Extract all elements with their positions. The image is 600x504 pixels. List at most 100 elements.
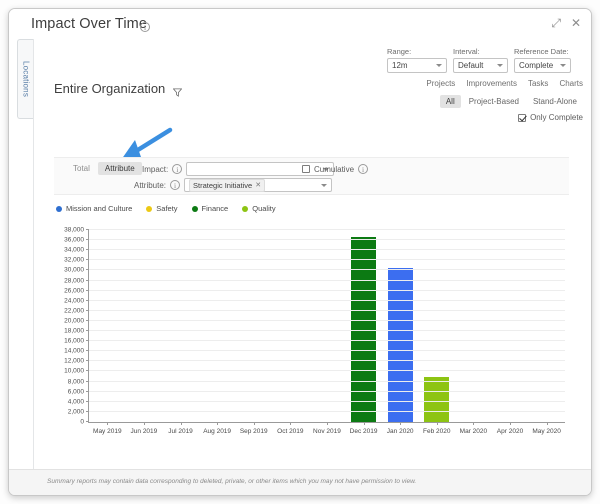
legend-item[interactable]: Finance: [191, 204, 228, 213]
y-axis-tick-mark: [86, 319, 89, 321]
chart-bar[interactable]: [424, 376, 450, 422]
x-axis-tick-mark: [143, 422, 145, 425]
page-title: Impact Over Time: [31, 16, 148, 32]
toggle-attribute[interactable]: Attribute: [97, 162, 142, 175]
info-icon[interactable]: i: [140, 22, 150, 32]
cumulative-checkbox[interactable]: Cumulative i: [302, 164, 369, 174]
x-axis-tick-label: Nov 2019: [313, 428, 341, 435]
y-axis-tick-label: 16,000: [64, 337, 84, 345]
y-axis-tick-label: 6,000: [67, 388, 84, 396]
legend-item[interactable]: Quality: [242, 204, 276, 213]
interval-select[interactable]: Default: [453, 58, 508, 73]
interval-control: Interval: Default: [453, 47, 508, 73]
y-axis-tick-label: 18,000: [64, 327, 84, 335]
chart-gridline: [89, 400, 565, 402]
chart-gridline: [89, 229, 565, 230]
segment-all[interactable]: All: [439, 95, 461, 108]
chart-gridline: [89, 239, 565, 241]
tab-projects[interactable]: Projects: [426, 79, 455, 88]
organization-title: Entire Organization: [54, 81, 166, 96]
tab-charts[interactable]: Charts: [559, 79, 583, 88]
y-axis-tick-label: 34,000: [64, 246, 84, 254]
y-axis-tick-mark: [86, 370, 89, 372]
chevron-down-icon: [560, 64, 566, 67]
sidebar-tab-locations[interactable]: Locations: [17, 39, 34, 119]
app-screen: Impact Over Time i ⤢ ✕ Locations Range: …: [0, 0, 600, 504]
legend-label: Quality: [252, 204, 276, 213]
y-axis-tick-label: 30,000: [64, 266, 84, 274]
only-complete-checkbox[interactable]: Only Complete: [518, 113, 583, 122]
sidebar-tab-label: Locations: [21, 60, 31, 98]
range-label: Range:: [387, 47, 412, 56]
impact-label: Impact:: [142, 164, 169, 174]
legend-color-dot: [146, 205, 153, 212]
x-axis-tick-label: May 2020: [532, 428, 561, 435]
y-axis-tick-label: 4,000: [67, 398, 84, 406]
info-icon[interactable]: i: [172, 164, 183, 174]
attribute-chip[interactable]: Strategic Initiative ✕: [189, 178, 266, 192]
interval-label: Interval:: [453, 47, 480, 56]
chart-gridline: [89, 319, 565, 321]
scope-segmented-control: All Project-Based Stand-Alone: [439, 95, 583, 108]
chart-gridline: [89, 249, 565, 251]
y-axis-tick-mark: [86, 330, 89, 332]
y-axis-tick-mark: [86, 249, 89, 251]
chart-gridline: [89, 259, 565, 261]
filter-bar: Total Attribute Impact: i Attribute: i S…: [54, 157, 569, 195]
close-icon[interactable]: ✕: [255, 181, 261, 189]
y-axis-tick-mark: [86, 390, 89, 392]
y-axis-tick-mark: [86, 400, 89, 402]
toggle-total[interactable]: Total: [66, 162, 97, 175]
y-axis-tick-label: 2,000: [67, 408, 84, 416]
y-axis-tick-label: 8,000: [67, 378, 84, 386]
checkbox-box: [518, 113, 527, 122]
tab-tasks[interactable]: Tasks: [528, 79, 548, 88]
x-axis-tick-mark: [473, 422, 475, 425]
legend-item[interactable]: Safety: [146, 204, 178, 213]
range-select[interactable]: 12m: [387, 58, 447, 73]
chart-gridline: [89, 360, 565, 362]
legend-label: Safety: [156, 204, 178, 213]
reference-date-select[interactable]: Complete: [514, 58, 571, 73]
y-axis-tick-mark: [86, 269, 89, 271]
y-axis-tick-label: 24,000: [64, 297, 84, 305]
chart-gridline: [89, 390, 565, 392]
chart-gridline: [89, 410, 565, 412]
range-value: 12m: [392, 61, 408, 70]
chart-gridline: [89, 279, 565, 281]
chart-gridline: [89, 421, 565, 422]
x-axis-tick-mark: [217, 422, 219, 425]
x-axis-tick-mark: [510, 422, 511, 425]
x-axis-tick-label: Apr 2020: [496, 428, 524, 435]
chart-gridline: [89, 309, 565, 311]
y-axis-tick-label: 22,000: [64, 307, 84, 315]
info-icon[interactable]: i: [170, 180, 181, 190]
y-axis-tick-mark: [86, 299, 89, 301]
expand-icon[interactable]: ⤢: [551, 17, 561, 29]
tab-improvements[interactable]: Improvements: [466, 79, 517, 88]
y-axis-tick-label: 32,000: [64, 256, 84, 264]
x-axis-tick-label: Jan 2020: [386, 428, 414, 435]
attribute-select[interactable]: Strategic Initiative ✕: [184, 178, 333, 192]
legend-color-dot: [56, 205, 62, 212]
controls-cluster: Range: 12m Interval: Default Reference D…: [387, 47, 571, 73]
x-axis-tick-label: May 2019: [93, 428, 122, 435]
close-icon[interactable]: ✕: [571, 17, 581, 29]
x-axis-tick-mark: [436, 422, 438, 425]
y-axis-tick-mark: [86, 239, 89, 241]
legend-color-dot: [191, 205, 198, 212]
range-control: Range: 12m: [387, 47, 447, 73]
funnel-icon[interactable]: [172, 84, 183, 97]
y-axis-tick-mark: [86, 380, 89, 382]
y-axis-tick-mark: [86, 289, 89, 291]
y-axis-tick-mark: [86, 410, 89, 412]
segment-stand-alone[interactable]: Stand-Alone: [527, 95, 583, 108]
segment-project-based[interactable]: Project-Based: [463, 95, 525, 108]
info-icon[interactable]: i: [358, 164, 369, 174]
chart-bar[interactable]: [387, 268, 413, 422]
chevron-down-icon: [436, 64, 442, 67]
x-axis-tick-label: Dec 2019: [349, 428, 378, 435]
legend-item[interactable]: Mission and Culture: [56, 204, 132, 213]
x-axis-tick-label: Mar 2020: [459, 428, 488, 435]
y-axis-tick-label: 12,000: [64, 357, 84, 365]
